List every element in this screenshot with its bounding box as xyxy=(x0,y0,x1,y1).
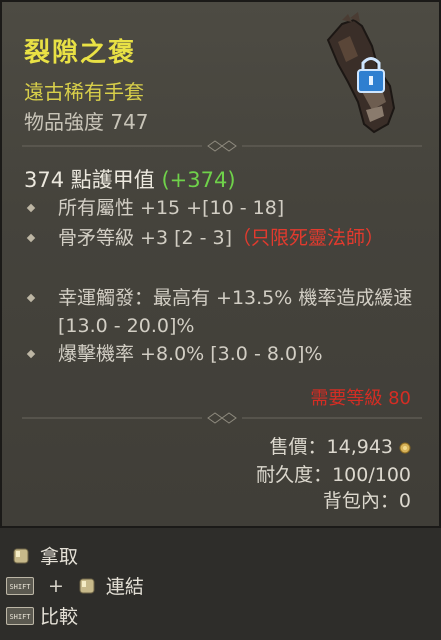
affix-all-stats: 所有屬性 +15 +[10 - 18] xyxy=(24,194,424,222)
affix-text: 所有屬性 +15 +[10 - 18] xyxy=(58,197,285,219)
plus-sign: + xyxy=(48,574,64,597)
item-type: 遠古稀有手套 xyxy=(24,80,144,104)
class-restriction: （只限死靈法師） xyxy=(232,227,385,249)
pickup-label: 拿取 xyxy=(40,546,79,568)
sell-price-text: 售價：14,943 xyxy=(269,436,393,458)
coin-icon xyxy=(399,442,411,453)
armor-value: 374 點護甲值 (+374) xyxy=(24,164,236,194)
durability: 耐久度：100/100 xyxy=(256,464,411,486)
link-hint[interactable]: SHIFT + 連結 xyxy=(6,572,144,599)
affix-bone-spear: 骨矛等級 +3 [2 - 3]（只限死靈法師） xyxy=(24,224,424,252)
item-tooltip: 裂隙之褒 遠古稀有手套 物品強度 747 374 點護甲值 (+374) 所有屬… xyxy=(0,0,441,528)
bag-count: 背包內：0 xyxy=(322,490,411,512)
pickup-hint[interactable]: 拿取 xyxy=(6,542,78,569)
item-name: 裂隙之褒 xyxy=(24,38,137,68)
armor-bonus: (+374) xyxy=(161,168,236,192)
affix-bone-spear-text: 骨矛等級 +3 [2 - 3] xyxy=(58,227,233,249)
tooltip-header: 裂隙之褒 遠古稀有手套 物品強度 747 xyxy=(2,2,441,142)
armor-value-text: 374 點護甲值 xyxy=(24,168,155,192)
shift-key-icon: SHIFT xyxy=(6,606,34,625)
divider-bottom xyxy=(22,412,422,424)
controls-footer: 拿取 SHIFT + 連結 SHIFT 比較 xyxy=(0,528,441,640)
affix-lucky-hit: 幸運觸發：最高有 +13.5% 機率造成緩速 [13.0 - 20.0]% xyxy=(24,284,424,340)
affix-text: 幸運觸發：最高有 +13.5% 機率造成緩速 [13.0 - 20.0]% xyxy=(58,287,413,337)
link-label: 連結 xyxy=(105,576,144,598)
mouse-icon xyxy=(79,578,95,593)
sell-price: 售價：14,943 xyxy=(270,432,411,459)
compare-label: 比較 xyxy=(40,606,79,628)
gauntlet-icon xyxy=(320,12,430,137)
mouse-icon xyxy=(13,548,29,563)
item-power: 物品強度 747 xyxy=(24,110,149,134)
level-requirement: 需要等級 80 xyxy=(310,388,411,409)
compare-hint[interactable]: SHIFT 比較 xyxy=(6,602,78,629)
shift-key-icon: SHIFT xyxy=(6,576,34,595)
affix-crit-chance: 爆擊機率 +8.0% [3.0 - 8.0]% xyxy=(24,340,424,368)
affix-text: 爆擊機率 +8.0% [3.0 - 8.0]% xyxy=(58,343,323,365)
divider-top xyxy=(22,140,422,152)
affix-text: 骨矛等級 +3 [2 - 3]（只限死靈法師） xyxy=(24,224,424,252)
